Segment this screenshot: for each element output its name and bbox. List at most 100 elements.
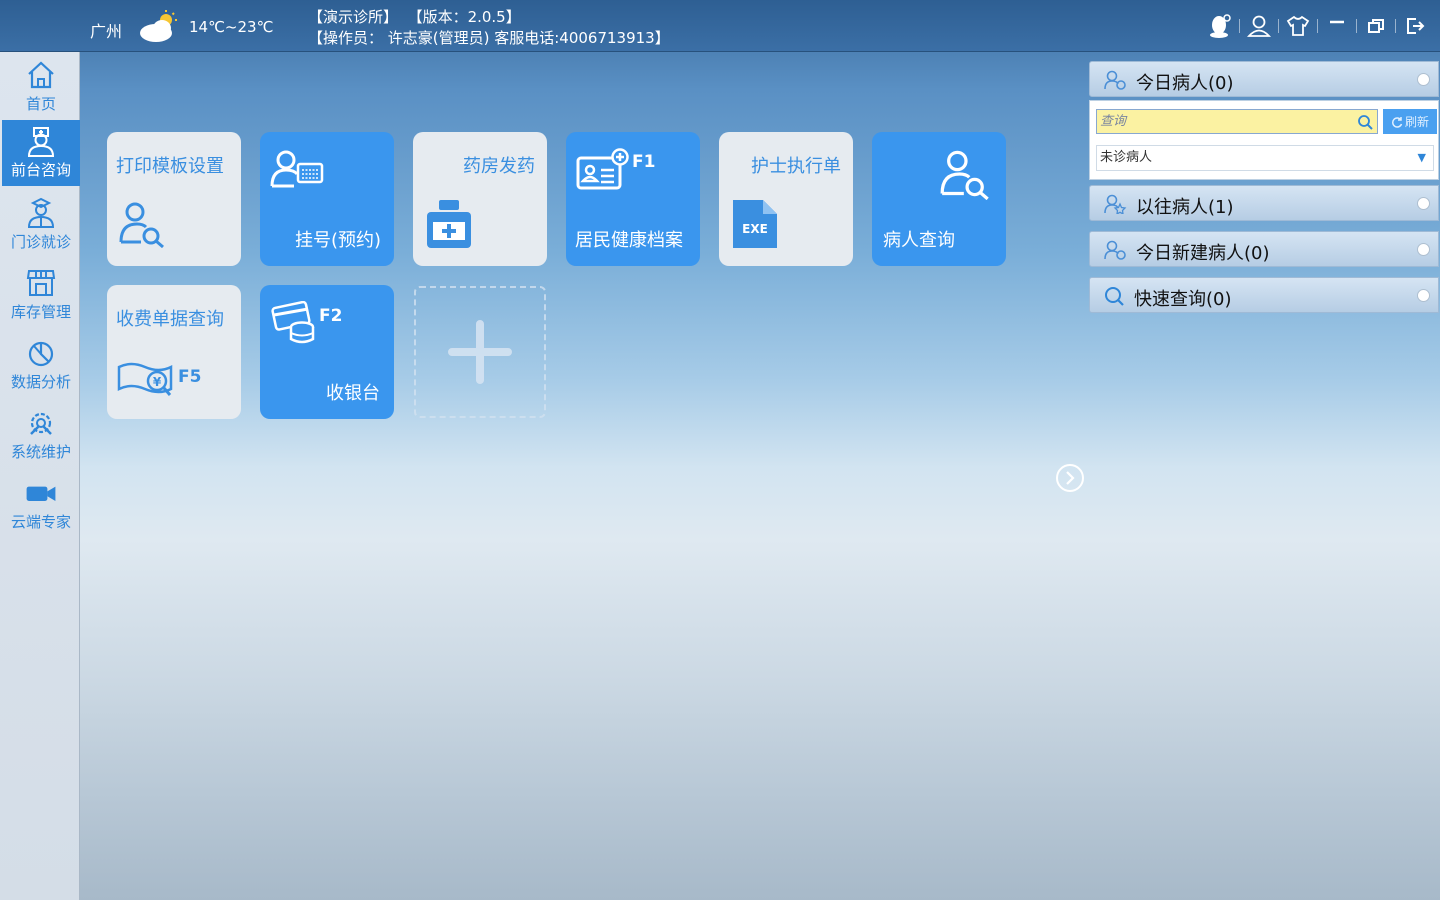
tile-print-template[interactable]: 打印模板设置 xyxy=(107,132,241,266)
hotkey-label: F2 xyxy=(319,306,343,326)
sidebar-item-label: 首页 xyxy=(25,95,56,113)
divider xyxy=(1239,19,1240,33)
patient-search-box xyxy=(1096,109,1378,134)
refresh-label: 刷新 xyxy=(1404,115,1429,129)
refresh-icon xyxy=(1392,116,1403,128)
user-icon[interactable] xyxy=(1242,12,1276,40)
id-card-plus-icon xyxy=(576,148,629,190)
tile-label: 病人查询 xyxy=(883,230,955,251)
today-patients-label: 今日病人(0) xyxy=(1136,73,1234,94)
past-patients-header[interactable]: 以往病人(1) xyxy=(1089,185,1439,221)
user-card-icon xyxy=(270,150,324,188)
tools-icon xyxy=(30,412,52,435)
chevron-down-icon[interactable] xyxy=(1417,197,1430,210)
today-patients-header[interactable]: 今日病人(0) xyxy=(1089,61,1439,97)
top-bar: 广州 14℃~23℃ 【演示诊所】 【版本：2.0.5】 【操作员： 许志豪(管… xyxy=(0,0,1440,52)
add-tile-button[interactable] xyxy=(414,286,546,418)
tile-registration[interactable]: 挂号(预约) xyxy=(260,132,394,266)
hotkey-label: F1 xyxy=(632,152,656,172)
divider xyxy=(1356,19,1357,33)
home-icon xyxy=(28,61,54,89)
tile-label: 挂号(预约) xyxy=(295,230,382,251)
store-icon xyxy=(26,270,56,296)
sidebar-item-label: 云端专家 xyxy=(10,513,71,531)
pie-chart-icon xyxy=(28,341,54,367)
user-search-icon xyxy=(940,150,989,200)
sidebar-item-label: 库存管理 xyxy=(10,303,71,321)
tile-label: 收银台 xyxy=(326,383,380,404)
tile-nurse-order[interactable]: 护士执行单 EXE xyxy=(719,132,853,266)
chevron-down-icon: ▼ xyxy=(1417,151,1426,164)
patient-search-input[interactable] xyxy=(1097,110,1347,133)
skin-icon[interactable] xyxy=(1281,12,1315,40)
city-label: 广州 xyxy=(90,22,123,41)
bill-search-icon: ¥ xyxy=(117,362,173,396)
operator-label: 【操作员： 许志豪(管理员) 客服电话:4006713913】 xyxy=(308,29,670,47)
user-search-icon xyxy=(119,202,164,248)
tile-label: 药房发药 xyxy=(463,156,535,177)
chevron-right-icon xyxy=(1066,471,1075,485)
next-page-button[interactable] xyxy=(1056,464,1084,492)
today-new-patients-header[interactable]: 今日新建病人(0) xyxy=(1089,231,1439,267)
user-history-icon xyxy=(1104,194,1127,214)
medicine-bottle-icon xyxy=(427,200,471,248)
quick-search-label: 快速查询(0) xyxy=(1134,289,1232,310)
tile-pharmacy[interactable]: 药房发药 xyxy=(413,132,547,266)
tile-label: 收费单据查询 xyxy=(116,309,224,330)
tile-cashier[interactable]: F2 收银台 xyxy=(260,285,394,419)
chevron-down-icon[interactable] xyxy=(1417,243,1430,256)
minimize-icon[interactable] xyxy=(1320,12,1354,40)
divider xyxy=(1317,19,1318,33)
version-label: 【版本：2.0.5】 xyxy=(407,8,521,26)
status-select-value: 未诊病人 xyxy=(1100,150,1153,165)
svg-text:¥: ¥ xyxy=(153,375,162,389)
clinic-name: 【演示诊所】 xyxy=(308,8,399,26)
sidebar-item-outpatient[interactable]: 门诊就诊 xyxy=(2,192,80,258)
sidebar: 首页 前台咨询 门诊就诊 库存管理 数据分析 系统维护 云端专家 xyxy=(0,52,80,900)
sidebar-item-inventory[interactable]: 库存管理 xyxy=(2,262,80,328)
clinic-info: 【演示诊所】 【版本：2.0.5】 【操作员： 许志豪(管理员) 客服电话:40… xyxy=(308,7,670,49)
sidebar-item-system[interactable]: 系统维护 xyxy=(2,402,80,468)
plus-icon xyxy=(448,320,512,384)
divider xyxy=(1278,19,1279,33)
today-new-patients-label: 今日新建病人(0) xyxy=(1136,243,1270,264)
hotkey-label: F5 xyxy=(178,367,202,387)
sidebar-item-label: 数据分析 xyxy=(10,373,71,391)
tile-health-record[interactable]: F1 居民健康档案 xyxy=(566,132,700,266)
sidebar-item-cloud-expert[interactable]: 云端专家 xyxy=(2,472,80,538)
refresh-button[interactable]: 刷新 xyxy=(1383,109,1437,134)
sidebar-item-front-desk[interactable]: 前台咨询 xyxy=(2,120,80,186)
window-controls xyxy=(1203,12,1432,40)
chevron-down-icon[interactable] xyxy=(1417,289,1430,302)
temperature-label: 14℃~23℃ xyxy=(189,18,274,36)
user-add-icon xyxy=(1104,240,1126,260)
tile-bill-search[interactable]: 收费单据查询 ¥ F5 xyxy=(107,285,241,419)
search-icon[interactable] xyxy=(1357,114,1373,130)
divider xyxy=(1395,19,1396,33)
today-patients-body: 刷新 未诊病人 ▼ xyxy=(1089,100,1439,180)
tile-patient-search[interactable]: 病人查询 xyxy=(872,132,1006,266)
sidebar-item-analytics[interactable]: 数据分析 xyxy=(2,332,80,398)
cloud-sun-icon xyxy=(140,10,177,42)
svg-text:EXE: EXE xyxy=(742,222,768,236)
sidebar-item-label: 门诊就诊 xyxy=(10,233,71,251)
chevron-up-icon[interactable] xyxy=(1417,73,1430,86)
quick-search-header[interactable]: 快速查询(0) xyxy=(1089,277,1439,313)
past-patients-label: 以往病人(1) xyxy=(1136,197,1234,218)
exit-icon[interactable] xyxy=(1398,12,1432,40)
qq-icon[interactable] xyxy=(1203,12,1237,40)
tile-label: 打印模板设置 xyxy=(116,156,224,177)
nurse-icon xyxy=(27,127,55,157)
doctor-icon xyxy=(27,197,55,228)
tile-label: 护士执行单 xyxy=(751,156,841,177)
user-group-icon xyxy=(1104,70,1126,90)
search-icon xyxy=(1105,287,1124,306)
tile-label: 居民健康档案 xyxy=(575,230,683,251)
exe-file-icon: EXE xyxy=(733,200,777,248)
card-coins-icon xyxy=(271,301,315,344)
sidebar-item-label: 前台咨询 xyxy=(10,161,71,179)
sidebar-item-home[interactable]: 首页 xyxy=(2,54,80,120)
restore-icon[interactable] xyxy=(1359,12,1393,40)
patient-status-select[interactable]: 未诊病人 ▼ xyxy=(1096,145,1434,171)
video-icon xyxy=(26,486,56,501)
